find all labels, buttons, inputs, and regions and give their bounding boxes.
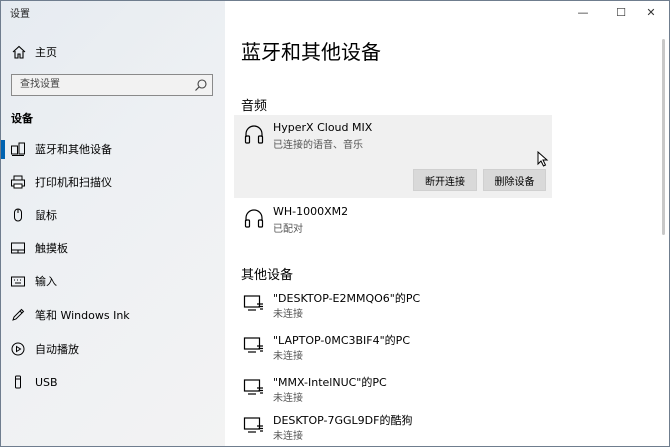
autoplay-icon [10,341,26,357]
headphones-icon [243,207,265,229]
other-devices-heading: 其他设备 [241,268,294,283]
keyboard-icon [10,273,26,289]
main-content: 蓝牙和其他设备 音频 HyperX Cloud MIX 已连接的语音、音乐 断开… [225,1,669,446]
device-name: "MMX-IntelNUC"的PC [273,376,387,389]
device-desktop-7ggl9df[interactable]: DESKTOP-7GGL9DF的酷狗 未连接 [234,406,552,446]
device-hyperx[interactable]: HyperX Cloud MIX 已连接的语音、音乐 断开连接 删除设备 [234,115,552,198]
network-pc-icon [243,334,265,356]
device-status: 已连接的语音、音乐 [273,140,363,151]
sidebar: 主页 设备 蓝牙和其他设备 打印机和扫描仪 鼠标 [1,1,225,446]
settings-window: 主页 设备 蓝牙和其他设备 打印机和扫描仪 鼠标 [0,0,670,447]
device-name: "DESKTOP-E2MMQO6"的PC [273,292,421,305]
network-pc-icon [243,292,265,314]
headphones-icon [243,123,265,145]
sidebar-item-usb[interactable]: USB [1,367,225,397]
search-box [11,74,213,96]
device-status: 未连接 [273,431,303,442]
sidebar-item-typing[interactable]: 输入 [1,266,225,296]
sidebar-item-label: 触摸板 [35,242,68,255]
device-mmx-intelnuc[interactable]: "MMX-IntelNUC"的PC 未连接 [234,368,552,408]
disconnect-button[interactable]: 断开连接 [413,169,477,191]
sidebar-item-label: 笔和 Windows Ink [35,309,130,322]
touchpad-icon [10,240,26,256]
sidebar-item-label: 输入 [35,275,57,288]
sidebar-item-label: 鼠标 [35,209,57,222]
device-status: 未连接 [273,393,303,404]
sidebar-item-autoplay[interactable]: 自动播放 [1,334,225,364]
device-status: 已配对 [273,224,303,235]
sidebar-item-label: 蓝牙和其他设备 [35,143,112,156]
device-name: "LAPTOP-0MC3BIF4"的PC [273,334,410,347]
device-name: DESKTOP-7GGL9DF的酷狗 [273,414,413,427]
network-pc-icon [243,414,265,436]
sidebar-item-label: 自动播放 [35,343,79,356]
window-title: 设置 [10,9,30,20]
page-title: 蓝牙和其他设备 [241,40,381,64]
device-desktop-e2mmqo6[interactable]: "DESKTOP-E2MMQO6"的PC 未连接 [234,284,552,324]
sidebar-item-label: 打印机和扫描仪 [35,176,112,189]
device-status: 未连接 [273,351,303,362]
scrollbar-thumb[interactable] [662,39,665,235]
sidebar-section-label: 设备 [11,112,33,125]
sidebar-item-label: USB [35,375,58,389]
vertical-scrollbar[interactable] [660,23,668,445]
sidebar-item-touchpad[interactable]: 触摸板 [1,233,225,263]
sidebar-item-mouse[interactable]: 鼠标 [1,200,225,230]
sidebar-item-printers[interactable]: 打印机和扫描仪 [1,167,225,197]
pen-icon [10,307,26,323]
mouse-icon [10,207,26,223]
sidebar-item-pen[interactable]: 笔和 Windows Ink [1,300,225,330]
usb-icon [10,374,26,390]
search-icon[interactable] [194,77,208,91]
home-icon [11,44,27,60]
network-pc-icon [243,376,265,398]
device-status: 未连接 [273,309,303,320]
remove-device-button[interactable]: 删除设备 [483,169,546,191]
bluetooth-devices-icon [10,141,26,157]
device-laptop-0mc3bif4[interactable]: "LAPTOP-0MC3BIF4"的PC 未连接 [234,326,552,366]
audio-section-heading: 音频 [241,99,268,114]
home-link[interactable]: 主页 [11,43,57,61]
device-name: HyperX Cloud MIX [273,121,373,134]
home-label: 主页 [35,46,57,59]
device-wh1000xm2[interactable]: WH-1000XM2 已配对 [234,199,552,239]
device-name: WH-1000XM2 [273,205,349,218]
sidebar-item-bluetooth[interactable]: 蓝牙和其他设备 [1,134,225,164]
mouse-cursor-icon [537,151,549,167]
search-input[interactable] [12,75,195,93]
printer-icon [10,174,26,190]
